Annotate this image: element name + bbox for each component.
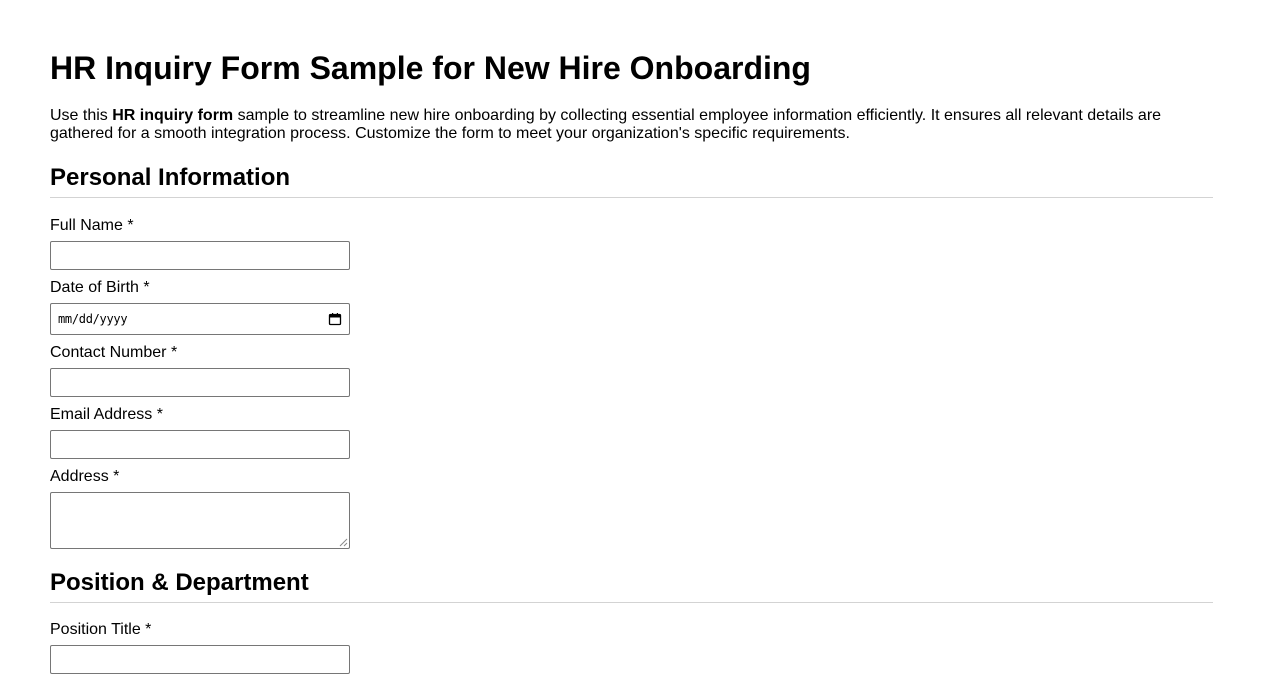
full-name-input[interactable] [50, 241, 350, 270]
intro-paragraph: Use this HR inquiry form sample to strea… [50, 107, 1213, 143]
intro-bold: HR inquiry form [112, 107, 234, 124]
section-divider-personal [50, 197, 1213, 198]
date-of-birth-input[interactable]: mm/dd/yyyy [50, 303, 350, 335]
date-of-birth-label: Date of Birth * [50, 279, 150, 296]
page: HR Inquiry Form Sample for New Hire Onbo… [0, 0, 1263, 680]
section-title-personal: Personal Information [50, 164, 291, 191]
contact-number-input[interactable] [50, 368, 350, 397]
calendar-icon[interactable] [328, 312, 342, 326]
date-placeholder: mm/dd/yyyy [58, 312, 128, 326]
email-address-label: Email Address * [50, 406, 163, 423]
address-textarea[interactable] [50, 492, 350, 549]
position-title-label: Position Title * [50, 621, 152, 638]
section-title-position: Position & Department [50, 569, 309, 596]
intro-prefix: Use this [50, 107, 113, 124]
full-name-label: Full Name * [50, 217, 134, 234]
page-title: HR Inquiry Form Sample for New Hire Onbo… [50, 50, 811, 86]
position-title-input[interactable] [50, 645, 350, 674]
section-divider-position [50, 602, 1213, 603]
contact-number-label: Contact Number * [50, 344, 178, 361]
email-address-input[interactable] [50, 430, 350, 459]
resize-grip-icon[interactable] [339, 538, 348, 547]
address-label: Address * [50, 468, 120, 485]
